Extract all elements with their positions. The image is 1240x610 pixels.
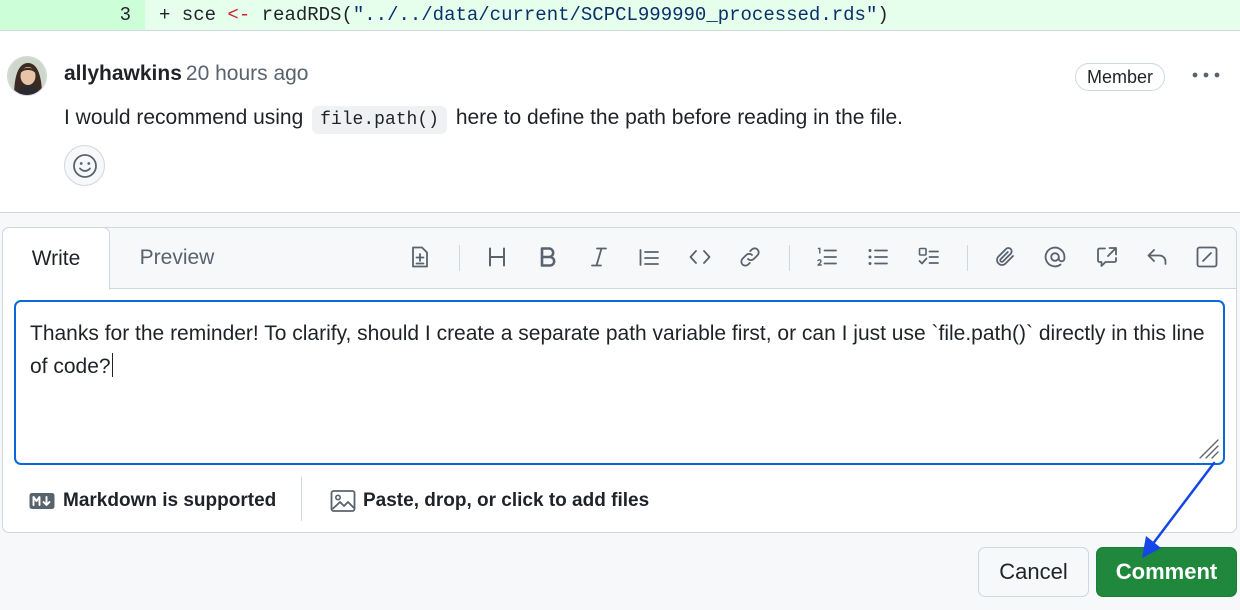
reply-editor: Write Preview Thanks for the reminder! T… — [2, 227, 1237, 533]
reference-icon[interactable] — [1093, 243, 1121, 271]
footer-divider — [301, 477, 302, 521]
markdown-note: Markdown is supported — [63, 490, 277, 511]
comment-header: allyhawkins 20 hours ago — [64, 61, 309, 87]
toolbar-divider — [459, 245, 460, 271]
code-function: readRDS( — [250, 4, 353, 26]
mention-icon[interactable] — [1041, 243, 1069, 271]
quote-icon[interactable] — [635, 243, 663, 271]
attach-icon[interactable] — [991, 243, 1019, 271]
markdown-icon — [29, 493, 55, 509]
avatar[interactable] — [7, 56, 47, 96]
comment-timestamp[interactable]: 20 hours ago — [186, 62, 309, 85]
add-files-link[interactable]: Paste, drop, or click to add files — [330, 486, 649, 516]
image-icon — [330, 490, 356, 512]
markdown-help-link[interactable]: Markdown is supported — [29, 486, 276, 516]
code-operator: <- — [227, 4, 251, 26]
cancel-button[interactable]: Cancel — [978, 547, 1089, 597]
member-badge: Member — [1075, 63, 1166, 91]
task-list-icon[interactable] — [915, 243, 943, 271]
comment-submit-button[interactable]: Comment — [1096, 547, 1237, 597]
smiley-icon — [72, 153, 97, 178]
comment-body: I would recommend using file.path() here… — [64, 104, 903, 134]
tab-preview[interactable]: Preview — [110, 228, 244, 288]
review-comment: allyhawkins 20 hours ago Member I would r… — [0, 31, 1240, 213]
reply-icon[interactable] — [1143, 243, 1171, 271]
comment-text-before: I would recommend using — [64, 106, 304, 129]
resize-grip-icon[interactable] — [1197, 437, 1219, 459]
template-icon[interactable] — [406, 243, 434, 271]
text-caret — [111, 353, 113, 377]
code-icon[interactable] — [686, 243, 714, 271]
editor-toolbar: Write Preview — [2, 227, 1236, 290]
bold-icon[interactable] — [534, 243, 562, 271]
inline-code: file.path() — [312, 106, 447, 134]
code-suffix: ) — [877, 4, 889, 26]
fullscreen-icon[interactable] — [1193, 243, 1221, 271]
diff-line-number: 3 — [0, 0, 145, 30]
toolbar-divider — [789, 245, 790, 271]
comment-author[interactable]: allyhawkins — [64, 62, 182, 85]
add-reaction-button[interactable] — [64, 145, 105, 186]
code-string: "../../data/current/SCPCL999990_processe… — [352, 4, 878, 26]
diff-line-code: + sce <- readRDS("../../data/current/SCP… — [159, 0, 889, 30]
tab-write[interactable]: Write — [2, 227, 110, 290]
toolbar-divider — [967, 245, 968, 271]
code-prefix: + sce — [159, 4, 228, 26]
unordered-list-icon[interactable] — [864, 243, 892, 271]
comment-text-after: here to define the path before reading i… — [455, 106, 903, 129]
more-options-icon[interactable] — [1187, 61, 1225, 91]
link-icon[interactable] — [736, 243, 764, 271]
comment-textarea[interactable]: Thanks for the reminder! To clarify, sho… — [14, 300, 1225, 465]
italic-icon[interactable] — [585, 243, 613, 271]
heading-icon[interactable] — [483, 243, 511, 271]
comment-draft-text: Thanks for the reminder! To clarify, sho… — [30, 322, 1211, 378]
add-files-note: Paste, drop, or click to add files — [363, 490, 650, 511]
diff-line: 3 + sce <- readRDS("../../data/current/S… — [0, 0, 1240, 31]
ordered-list-icon[interactable] — [813, 243, 841, 271]
